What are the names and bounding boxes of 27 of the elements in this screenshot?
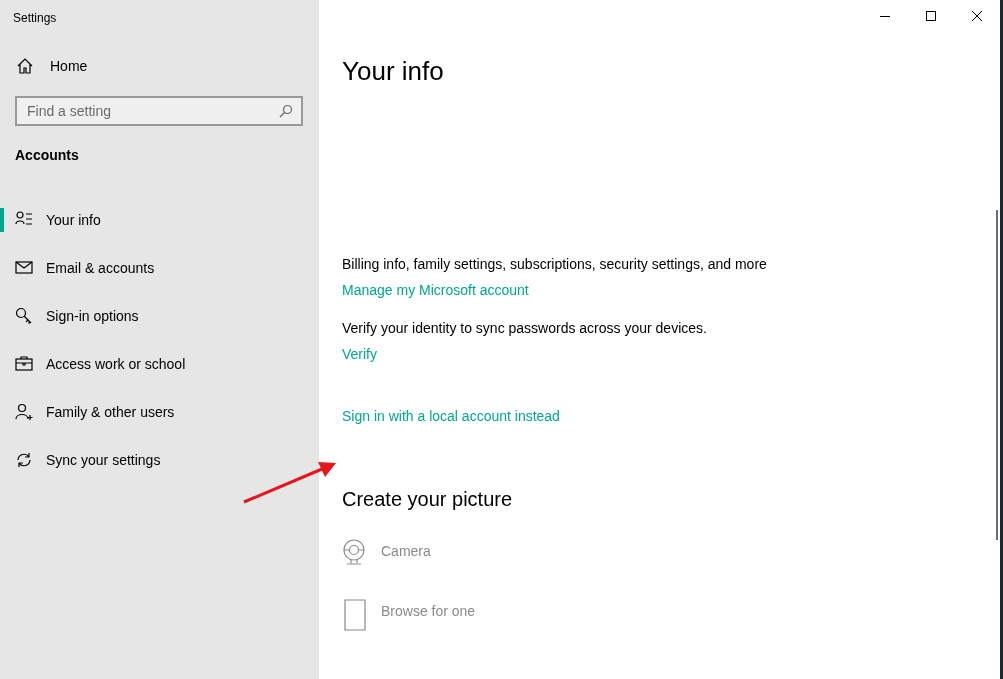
close-icon [972, 11, 982, 21]
sync-icon [15, 451, 33, 469]
page-title: Your info [342, 56, 445, 88]
maximize-icon [926, 11, 936, 21]
nav-item[interactable]: Email & accounts [0, 244, 319, 292]
nav-item[interactable]: Your info [0, 196, 319, 244]
section-heading: Create your picture [342, 488, 514, 511]
briefcase-icon [15, 355, 33, 373]
section-heading: Accounts [15, 147, 80, 163]
minimize-icon [880, 15, 890, 17]
home-icon [16, 57, 34, 75]
nav-item[interactable]: Access work or school [0, 340, 319, 388]
key-icon [15, 307, 33, 325]
scrollbar[interactable] [996, 210, 998, 540]
description-text: Verify your identity to sync passwords across your devices. [342, 320, 707, 336]
nav-item[interactable]: Family & other users [0, 388, 319, 436]
description-text: Billing info, family settings, subscriptions, security settings, and more [342, 256, 767, 272]
nav-item[interactable]: Sync your settings [0, 436, 319, 484]
search-icon [279, 104, 293, 118]
home-link[interactable]: Home [16, 57, 88, 75]
home-label: Home [50, 58, 88, 74]
person-plus-icon [15, 403, 33, 421]
window-title: Settings [12, 10, 58, 27]
envelope-icon [15, 259, 33, 277]
nav-item[interactable]: Sign-in options [0, 292, 319, 340]
page-icon [342, 599, 366, 631]
search-field[interactable]: Find a setting [15, 96, 303, 126]
